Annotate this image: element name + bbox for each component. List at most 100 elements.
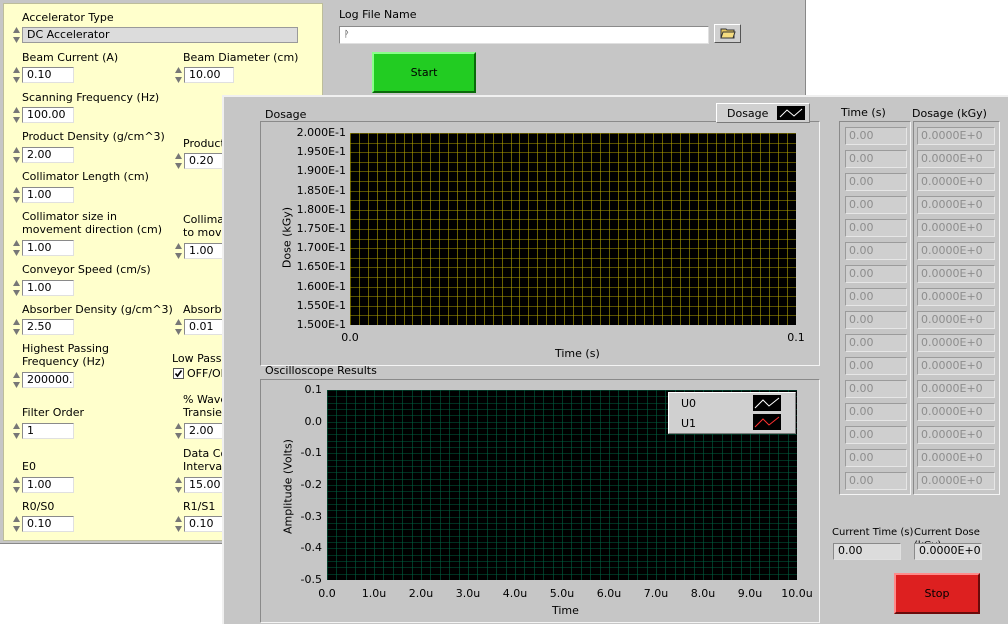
filter-order-input[interactable]: 1 [22,423,74,439]
accelerator-type-ring[interactable]: DC Accelerator [22,27,298,43]
r0s0-input[interactable]: 0.10 [22,516,74,532]
collimator-size-spinner[interactable] [12,238,21,258]
conveyor-speed-input[interactable]: 1.00 [22,280,74,296]
dosage-xtick-label: 0.1 [787,331,805,344]
collimator-length-input[interactable]: 1.00 [22,187,74,203]
dosage-ytick-label: 1.700E-1 [296,241,346,255]
highest-passing-spinner[interactable] [12,370,21,390]
r1s1-spinner[interactable] [174,514,183,534]
dosage-ytick-label: 2.000E-1 [296,126,346,139]
time-cell: 0.00 [845,380,907,398]
dosage-cell: 0.0000E+0 [917,472,995,490]
e0-input[interactable]: 1.00 [22,477,74,493]
stop-button[interactable]: Stop [894,573,980,614]
dosage-cell: 0.0000E+0 [917,311,995,329]
dosage-cell: 0.0000E+0 [917,334,995,352]
absorber-density-input[interactable]: 2.50 [22,319,74,335]
osc-legend[interactable]: U0 U1 [668,392,796,434]
time-cell: 0.00 [845,219,907,237]
e0-label: E0 [22,460,36,473]
collimator-size-input[interactable]: 1.00 [22,240,74,256]
osc-ytick-label: -0.4 [300,541,322,555]
u1-swatch-icon [753,414,781,430]
low-pass-checkbox[interactable] [173,368,184,379]
dosage-cell: 0.0000E+0 [917,150,995,168]
r0s0-spinner[interactable] [12,514,21,534]
conveyor-speed-label: Conveyor Speed (cm/s) [22,263,151,276]
r0s0-label: R0/S0 [22,500,55,513]
osc-legend-u0-label: U0 [681,397,697,410]
dosage-ytick-label: 1.750E-1 [296,222,346,235]
dosage-cell: 0.0000E+0 [917,173,995,191]
path-symbol-icon: ᚹ [344,30,350,40]
osc-xtick-label: 10.0u [781,587,813,600]
time-cell: 0.00 [845,150,907,168]
dosage-column-header: Dosage (kGy) [912,107,987,120]
results-window: Dosage Dosage Dose (kGy) Time (s) 2.000E… [222,95,1008,624]
dosage-ytick-label: 1.500E-1 [296,318,346,331]
dosage-cell: 0.0000E+0 [917,449,995,467]
beam-current-spinner[interactable] [12,65,21,85]
conveyor-speed-spinner[interactable] [12,278,21,298]
beam-diameter-input[interactable]: 10.00 [184,67,234,83]
current-time-indicator: 0.00 [833,543,901,560]
data-interval-label: Data Co Interval [183,447,228,473]
dosage-ytick-label: 1.950E-1 [296,145,346,159]
dosage-cell: 0.0000E+0 [917,426,995,444]
dosage-ytick-label: 1.600E-1 [296,279,346,293]
accelerator-type-spinner[interactable] [12,25,21,45]
absorber-density-spinner[interactable] [12,317,21,337]
osc-legend-u1-label: U1 [681,417,697,430]
osc-xtick-label: 9.0u [737,587,763,600]
osc-xtick-label: 3.0u [455,587,481,600]
log-file-label: Log File Name [339,8,417,21]
time-cell: 0.00 [845,403,907,421]
osc-ytick-label: -0.1 [300,446,322,460]
dosage-ytick-label: 1.900E-1 [296,164,346,178]
dosage-legend-swatch-icon [777,106,805,120]
start-button-label: Start [410,66,438,79]
browse-folder-button[interactable] [714,24,741,43]
osc-xtick-label: 0.0 [318,587,336,600]
start-button[interactable]: Start [372,52,476,93]
osc-ytick-label: 0.0 [304,414,323,428]
product-label: Product [183,137,225,150]
time-cell: 0.00 [845,196,907,214]
dosage-ytick-label: 1.550E-1 [296,298,346,312]
dosage-plot[interactable] [350,133,796,325]
collimator-right-spinner[interactable] [174,241,183,261]
osc-xtick-label: 7.0u [643,587,669,600]
scanning-frequency-input[interactable]: 100.00 [22,107,74,123]
product-density-spinner[interactable] [12,145,21,165]
product-spinner[interactable] [174,151,183,171]
scanning-frequency-spinner[interactable] [12,105,21,125]
osc-xtick-label: 5.0u [549,587,575,600]
osc-xtick-label: 1.0u [361,587,387,600]
time-cell: 0.00 [845,334,907,352]
e0-spinner[interactable] [12,475,21,495]
collimator-length-spinner[interactable] [12,185,21,205]
beam-diameter-label: Beam Diameter (cm) [183,51,299,64]
dosage-ytick-label: 1.850E-1 [296,183,346,197]
osc-xtick-label: 6.0u [596,587,622,600]
dosage-cell: 0.0000E+0 [917,403,995,421]
product-density-input[interactable]: 2.00 [22,147,74,163]
filter-order-spinner[interactable] [12,421,21,441]
wave-transient-spinner[interactable] [174,421,183,441]
highest-passing-input[interactable]: 200000.0 [22,372,74,388]
beam-current-input[interactable]: 0.10 [22,67,74,83]
log-file-path-input[interactable]: ᚹ [339,26,709,44]
dosage-cell: 0.0000E+0 [917,242,995,260]
dosage-legend[interactable]: Dosage [716,103,810,123]
dosage-cell: 0.0000E+0 [917,265,995,283]
osc-xlabel: Time [552,604,579,617]
absorber-right-spinner[interactable] [174,317,183,337]
data-interval-spinner[interactable] [174,475,183,495]
time-cell: 0.00 [845,311,907,329]
osc-chart-title: Oscilloscope Results [265,364,377,377]
osc-ytick-label: -0.3 [300,509,322,523]
beam-diameter-spinner[interactable] [174,65,183,85]
dosage-ytick-label: 1.650E-1 [296,260,346,274]
filter-order-label: Filter Order [22,406,84,419]
accelerator-type-label: Accelerator Type [22,11,114,24]
